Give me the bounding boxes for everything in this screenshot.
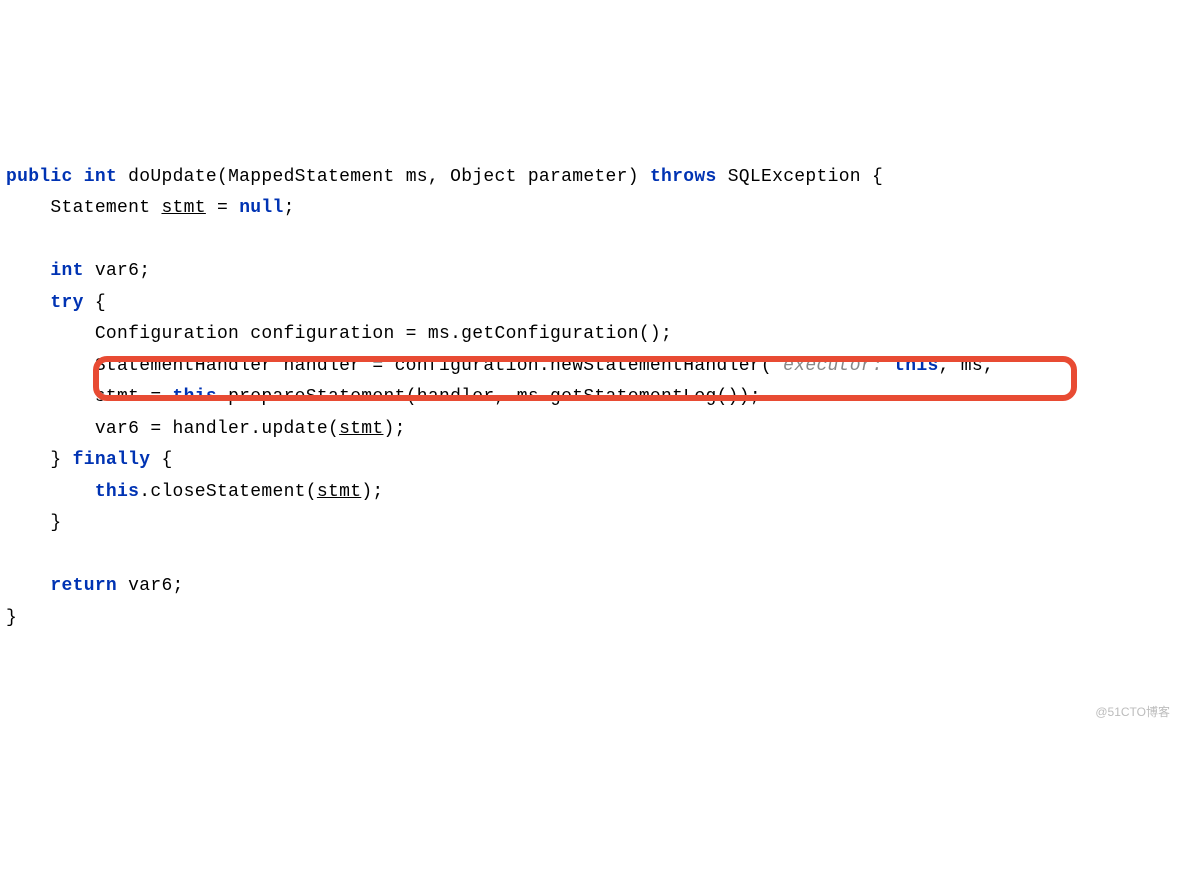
code-text: } [50,450,72,470]
keyword-finally: finally [73,450,151,470]
keyword-try: try [50,293,83,313]
code-text: } [6,608,17,628]
indent [6,387,95,407]
keyword-public: public [6,167,73,187]
exception-type: SQLException { [728,167,883,187]
code-text [717,167,728,187]
indent [6,576,50,596]
keyword-this: this [173,387,217,407]
code-text: .closeStatement( [139,482,317,502]
keyword-null: null [239,198,283,218]
code-text: ); [384,419,406,439]
keyword-this: this [95,482,139,502]
code-text: var6; [84,261,151,281]
indent [6,261,50,281]
indent [6,198,50,218]
code-text: .prepareStatement(handler, ms.getStateme… [217,387,761,407]
keyword-int: int [84,167,117,187]
code-text [117,167,128,187]
code-text: ); [361,482,383,502]
method-signature: doUpdate(MappedStatement ms, Object para… [128,167,639,187]
keyword-throws: throws [650,167,717,187]
indent [6,513,50,533]
keyword-return: return [50,576,117,596]
code-text: Statement [50,198,161,218]
code-text: var6; [117,576,184,596]
code-text: Configuration configuration = ms.getConf… [95,324,672,344]
variable: stmt [317,482,361,502]
code-text [639,167,650,187]
indent [6,324,95,344]
code-text: ; [284,198,295,218]
parameter-hint: executor: [772,356,894,376]
variable: stmt [161,198,205,218]
keyword-int: int [50,261,83,281]
code-text: = [206,198,239,218]
code-block: public int doUpdate(MappedStatement ms, … [6,130,1178,729]
variable: stmt [339,419,383,439]
keyword-this: this [894,356,938,376]
code-text: { [150,450,172,470]
code-text: , ms, [939,356,995,376]
code-text: StatementHandler handler = configuration… [95,356,772,376]
code-text: stmt = [95,387,173,407]
code-text [73,167,84,187]
code-text: } [50,513,61,533]
indent [6,450,50,470]
code-text: { [84,293,106,313]
indent [6,419,95,439]
indent [6,482,95,502]
indent [6,293,50,313]
code-text: var6 = handler.update( [95,419,339,439]
watermark-text: @51CTO博客 [1095,702,1170,723]
indent [6,356,95,376]
